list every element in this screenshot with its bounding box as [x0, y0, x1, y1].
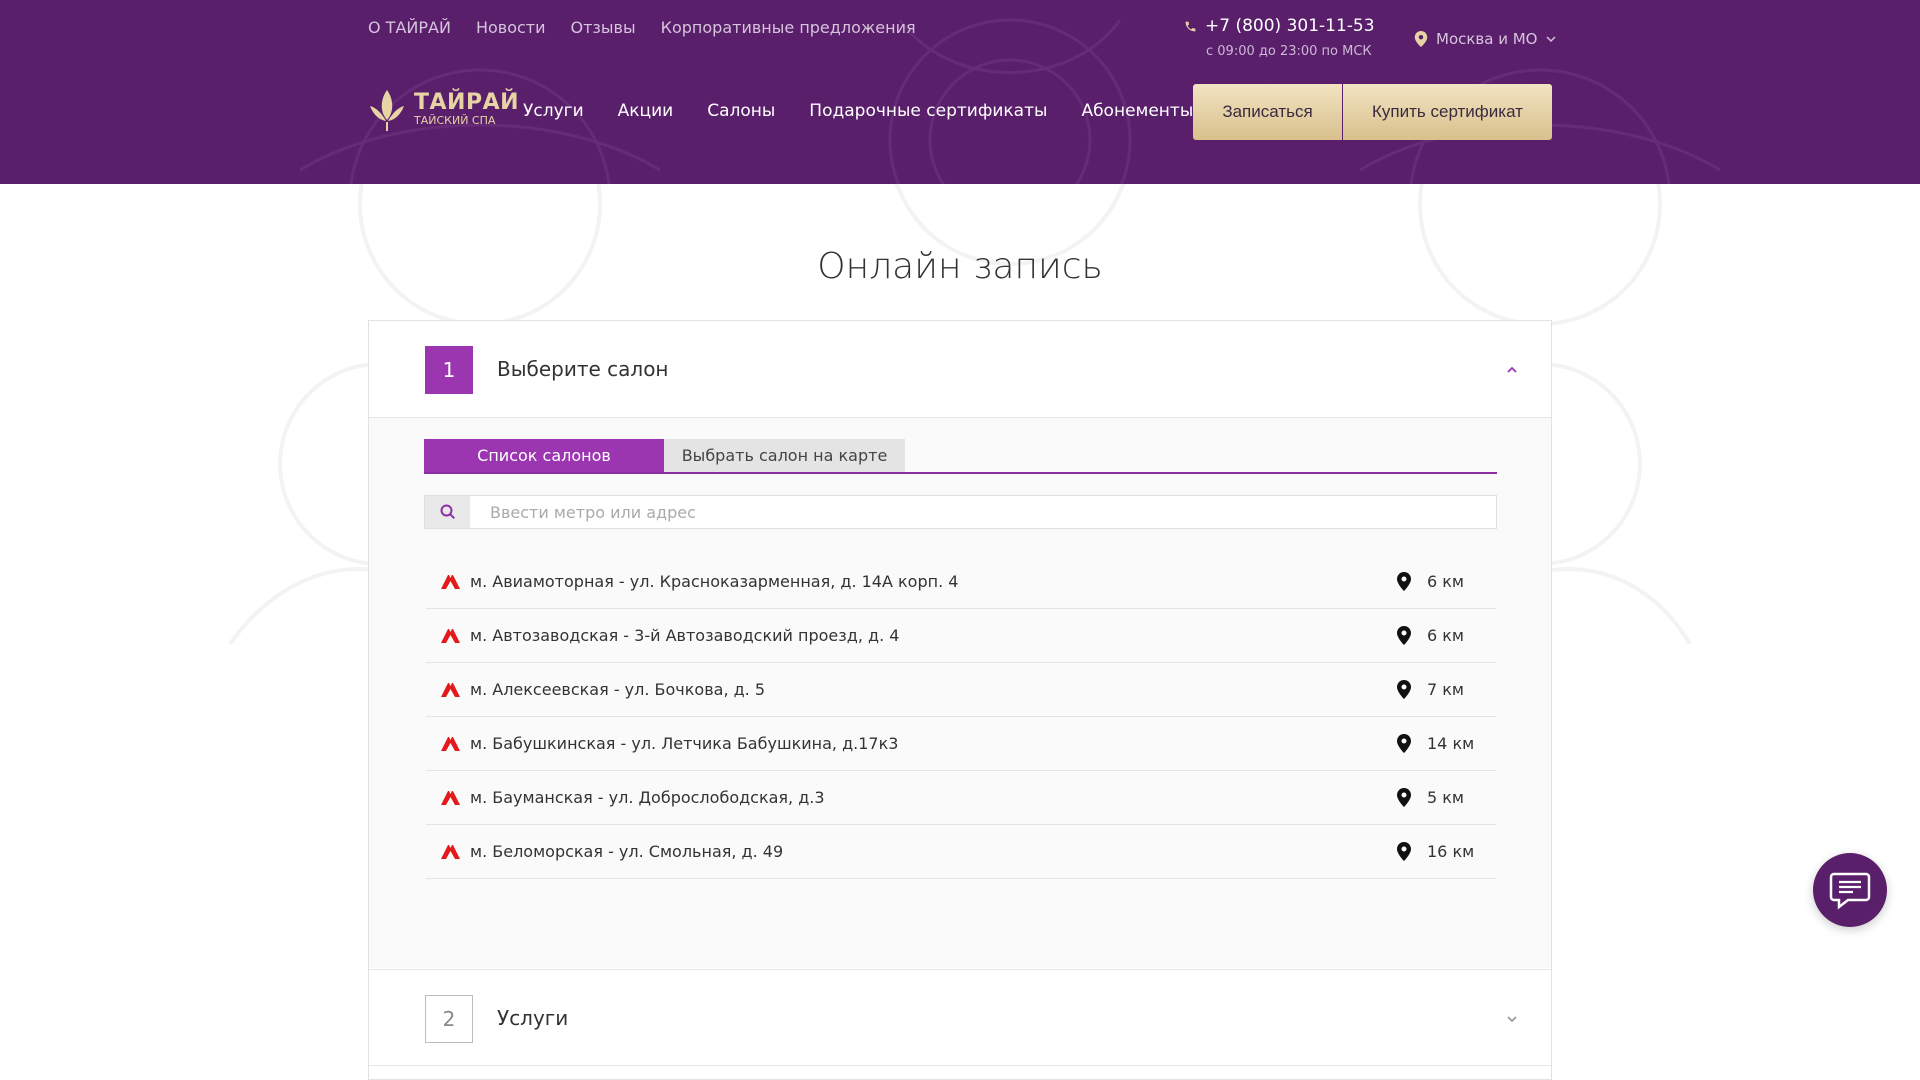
salon-row[interactable]: м. Беломорская - ул. Смольная, д. 49 16 …: [426, 825, 1496, 879]
step1-title: Выберите салон: [497, 357, 669, 381]
map-pin-icon: [1397, 572, 1411, 591]
top-link-corporate[interactable]: Корпоративные предложения: [661, 18, 916, 37]
main-nav: Услуги Акции Салоны Подарочные сертифика…: [523, 101, 1193, 121]
search-icon: [440, 504, 455, 520]
nav-salons[interactable]: Салоны: [707, 101, 775, 121]
step1-body: Список салонов Выбрать салон на карте м.…: [369, 418, 1551, 968]
metro-icon: [441, 791, 460, 805]
buy-certificate-button[interactable]: Купить сертификат: [1343, 84, 1552, 140]
nav-subscriptions[interactable]: Абонементы: [1081, 101, 1193, 121]
top-nav: О ТАЙРАЙ Новости Отзывы Корпоративные пр…: [368, 18, 916, 37]
book-button[interactable]: Записаться: [1193, 84, 1342, 140]
salon-distance: 14 км: [1427, 734, 1475, 753]
top-link-reviews[interactable]: Отзывы: [571, 18, 636, 37]
chevron-down-icon: [1545, 36, 1556, 43]
search-button[interactable]: [425, 496, 470, 528]
site-header: О ТАЙРАЙ Новости Отзывы Корпоративные пр…: [0, 0, 1920, 184]
metro-icon: [441, 683, 460, 697]
tab-salon-map[interactable]: Выбрать салон на карте: [664, 439, 905, 472]
nav-services[interactable]: Услуги: [523, 101, 584, 121]
logo[interactable]: ТАЙРАЙ ТАЙСКИЙ СПА: [368, 88, 519, 132]
header-ornament: [299, 18, 1721, 184]
top-link-about[interactable]: О ТАЙРАЙ: [368, 18, 451, 37]
salon-address: м. Бабушкинская - ул. Летчика Бабушкина,…: [470, 734, 899, 753]
salon-tabs: Список салонов Выбрать салон на карте: [424, 439, 1497, 474]
location-pin-icon: [1414, 31, 1428, 47]
salon-address: м. Бауманская - ул. Доброслободская, д.3: [470, 788, 825, 807]
metro-icon: [441, 845, 460, 859]
search-box: [424, 495, 1497, 529]
top-link-news[interactable]: Новости: [476, 18, 546, 37]
salon-row[interactable]: м. Авиамоторная - ул. Красноказарменная,…: [426, 555, 1496, 609]
lotus-leaf-icon: [370, 90, 404, 131]
step2-header[interactable]: 2 Услуги: [369, 969, 1551, 1066]
salon-address: м. Авиамоторная - ул. Красноказарменная,…: [470, 572, 959, 591]
page-title: Онлайн запись: [817, 246, 1103, 287]
salon-distance: 6 км: [1427, 572, 1464, 591]
tab-salon-list[interactable]: Список салонов: [424, 439, 664, 472]
metro-icon: [441, 737, 460, 751]
chevron-up-icon[interactable]: [1505, 363, 1519, 377]
metro-icon: [441, 575, 460, 589]
phone-number[interactable]: +7 (800) 301-11-53: [1205, 16, 1375, 36]
salon-distance: 5 км: [1427, 788, 1464, 807]
salon-row[interactable]: м. Бауманская - ул. Доброслободская, д.3…: [426, 771, 1496, 825]
phone-icon: [1185, 21, 1196, 31]
salon-address: м. Автозаводская - 3-й Автозаводский про…: [470, 626, 900, 645]
nav-gift-certificates[interactable]: Подарочные сертификаты: [809, 101, 1047, 121]
search-input[interactable]: [470, 496, 1496, 528]
salon-address: м. Беломорская - ул. Смольная, д. 49: [470, 842, 784, 861]
phone-block: +7 (800) 301-11-53 с 09:00 до 23:00 по М…: [1184, 16, 1375, 59]
logo-name: ТАЙРАЙ: [414, 90, 520, 115]
logo-tagline: ТАЙСКИЙ СПА: [414, 114, 496, 127]
map-pin-icon: [1397, 842, 1411, 861]
salon-list: м. Авиамоторная - ул. Красноказарменная,…: [426, 555, 1496, 879]
chevron-down-icon[interactable]: [1505, 1012, 1519, 1026]
salon-address: м. Алексеевская - ул. Бочкова, д. 5: [470, 680, 766, 699]
step2-title: Услуги: [497, 1006, 569, 1030]
phone-hours: с 09:00 до 23:00 по МСК: [1206, 44, 1372, 59]
nav-promotions[interactable]: Акции: [618, 101, 674, 121]
map-pin-icon: [1397, 734, 1411, 753]
step2-number: 2: [425, 995, 473, 1043]
salon-distance: 16 км: [1427, 842, 1475, 861]
map-pin-icon: [1397, 626, 1411, 645]
map-pin-icon: [1397, 788, 1411, 807]
region-label: Москва и МО: [1436, 30, 1538, 48]
salon-row[interactable]: м. Алексеевская - ул. Бочкова, д. 5 7 км: [426, 663, 1496, 717]
chat-button[interactable]: [1813, 853, 1887, 927]
booking-card: 1 Выберите салон Список салонов Выбрать …: [368, 320, 1552, 1080]
step1-number: 1: [425, 346, 473, 394]
salon-distance: 6 км: [1427, 626, 1464, 645]
map-pin-icon: [1397, 680, 1411, 699]
chat-icon: [1829, 872, 1871, 910]
metro-icon: [441, 629, 460, 643]
salon-row[interactable]: м. Бабушкинская - ул. Летчика Бабушкина,…: [426, 717, 1496, 771]
region-selector[interactable]: Москва и МО: [1414, 30, 1556, 48]
salon-row[interactable]: м. Автозаводская - 3-й Автозаводский про…: [426, 609, 1496, 663]
salon-distance: 7 км: [1427, 680, 1464, 699]
step1-header[interactable]: 1 Выберите салон: [369, 321, 1551, 418]
